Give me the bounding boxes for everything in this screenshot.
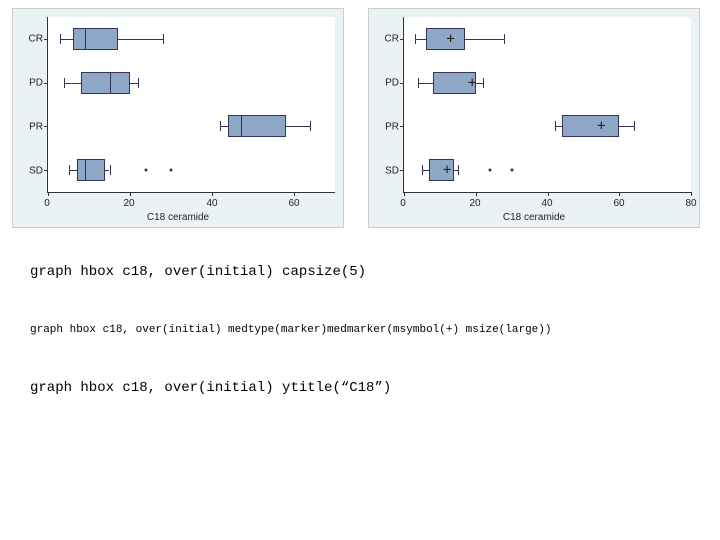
x-tick-mark: [294, 192, 295, 196]
ytick-pr: PR: [15, 122, 43, 133]
median-line: [85, 159, 86, 181]
code-line-3: graph hbox c18, over(initial) ytitle(“C1…: [0, 372, 720, 404]
whisker-cap: [60, 34, 61, 44]
code-line-1: graph hbox c18, over(initial) capsize(5): [0, 256, 720, 288]
left-x-title: C18 ceramide: [147, 212, 209, 223]
whisker-low: [422, 170, 429, 171]
median-line: [241, 115, 242, 137]
box: [81, 72, 130, 94]
xtick-60-r: 60: [607, 198, 631, 209]
outlier-dot: [145, 169, 148, 172]
xtick-0: 0: [35, 198, 59, 209]
whisker-low: [418, 83, 432, 84]
ytick-pd: PD: [15, 78, 43, 89]
median-plus-icon: +: [468, 76, 476, 90]
x-tick-mark: [48, 192, 49, 196]
xtick-20: 20: [117, 198, 141, 209]
whisker-high: [130, 83, 138, 84]
whisker-high: [465, 39, 504, 40]
ytick-cr-r: CR: [371, 34, 399, 45]
xtick-0-r: 0: [391, 198, 415, 209]
y-tick-mark: [44, 39, 48, 40]
ytick-sd: SD: [15, 166, 43, 177]
whisker-cap: [504, 34, 505, 44]
y-tick-mark: [400, 126, 404, 127]
whisker-low: [555, 126, 562, 127]
box: [562, 115, 619, 137]
whisker-cap: [483, 78, 484, 88]
charts-row: CR PD PR SD 0 20 40 60 C18 ceramide ++++…: [0, 0, 720, 228]
xtick-40: 40: [200, 198, 224, 209]
whisker-cap: [415, 34, 416, 44]
median-line: [110, 72, 111, 94]
whisker-high: [118, 39, 163, 40]
xtick-20-r: 20: [463, 198, 487, 209]
ytick-pd-r: PD: [371, 78, 399, 89]
whisker-low: [415, 39, 426, 40]
box: [228, 115, 285, 137]
right-x-title: C18 ceramide: [503, 212, 565, 223]
whisker-low: [64, 83, 80, 84]
y-tick-mark: [400, 39, 404, 40]
whisker-cap: [310, 121, 311, 131]
median-plus-icon: +: [597, 119, 605, 133]
whisker-cap: [634, 121, 635, 131]
ytick-pr-r: PR: [371, 122, 399, 133]
x-tick-mark: [404, 192, 405, 196]
xtick-40-r: 40: [535, 198, 559, 209]
x-tick-mark: [548, 192, 549, 196]
x-tick-mark: [130, 192, 131, 196]
whisker-cap: [163, 34, 164, 44]
whisker-cap: [64, 78, 65, 88]
x-tick-mark: [212, 192, 213, 196]
whisker-cap: [422, 165, 423, 175]
xtick-60: 60: [282, 198, 306, 209]
median-plus-icon: +: [443, 163, 451, 177]
x-tick-mark: [476, 192, 477, 196]
whisker-cap: [458, 165, 459, 175]
box: [73, 28, 118, 50]
whisker-cap: [110, 165, 111, 175]
median-plus-icon: +: [446, 32, 454, 46]
x-tick-mark: [691, 192, 692, 196]
box: [77, 159, 106, 181]
ytick-cr: CR: [15, 34, 43, 45]
x-tick-mark: [619, 192, 620, 196]
right-boxplot-panel: + + + + CR PD PR SD 0 20 40 60 80 C18 ceram…: [368, 8, 700, 228]
whisker-cap: [69, 165, 70, 175]
median-line: [85, 28, 86, 50]
y-tick-mark: [400, 83, 404, 84]
whisker-high: [476, 83, 483, 84]
y-tick-mark: [44, 83, 48, 84]
whisker-low: [69, 170, 77, 171]
whisker-cap: [138, 78, 139, 88]
y-tick-mark: [44, 170, 48, 171]
whisker-cap: [555, 121, 556, 131]
whisker-low: [60, 39, 72, 40]
y-tick-mark: [400, 170, 404, 171]
y-tick-mark: [44, 126, 48, 127]
left-plot-area: [47, 17, 335, 193]
code-line-2: graph hbox c18, over(initial) medtype(ma…: [0, 316, 720, 344]
whisker-cap: [418, 78, 419, 88]
whisker-low: [220, 126, 228, 127]
right-plot-area: + + + +: [403, 17, 691, 193]
outlier-dot: [170, 169, 173, 172]
box: [426, 28, 465, 50]
outlier-dot: [510, 169, 513, 172]
left-boxplot-panel: CR PD PR SD 0 20 40 60 C18 ceramide: [12, 8, 344, 228]
outlier-dot: [489, 169, 492, 172]
whisker-cap: [220, 121, 221, 131]
ytick-sd-r: SD: [371, 166, 399, 177]
whisker-high: [286, 126, 311, 127]
whisker-high: [619, 126, 633, 127]
xtick-80-r: 80: [679, 198, 703, 209]
